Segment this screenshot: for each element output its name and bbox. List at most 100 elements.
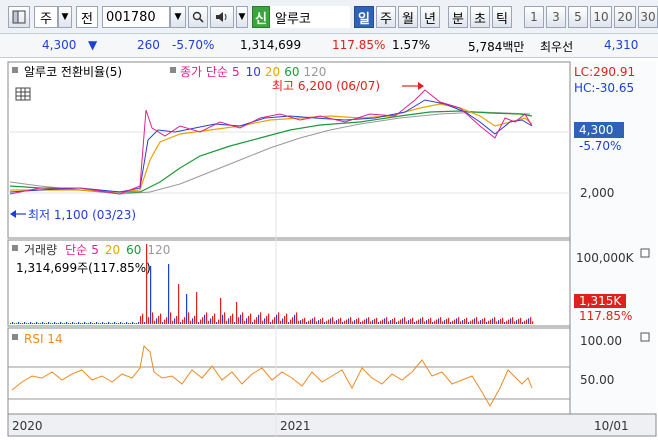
volume-bar (432, 322, 434, 324)
volume-bar (220, 298, 222, 324)
interval-label: 30 (640, 10, 656, 24)
price-axis-label: 2,000 (580, 186, 614, 200)
type-select[interactable]: 전 (76, 6, 98, 28)
price-panel-title: 알루코 전환비율(5) (24, 65, 122, 79)
volume-bar (444, 320, 446, 324)
volume-bar (466, 317, 468, 324)
period-tab-second[interactable]: 초 (470, 6, 490, 28)
volume-bar (152, 312, 154, 324)
volume-bar (526, 319, 528, 324)
interval-button-5[interactable]: 5 (568, 6, 588, 28)
period-tab-label: 월 (402, 11, 414, 27)
volume-bar (226, 320, 228, 324)
volume-bar (62, 323, 64, 324)
volume-panel-title: 거래량 (24, 243, 57, 257)
volume-bar (158, 316, 160, 324)
volume-bar (120, 322, 122, 324)
window-layout-icon[interactable] (8, 6, 30, 28)
volume-bar (176, 316, 178, 324)
volume-bar (258, 314, 260, 324)
current-volume-pct: 117.85% (579, 309, 632, 323)
volume-bar (142, 313, 144, 324)
volume-bar (356, 319, 358, 324)
period-tab-minute[interactable]: 분 (448, 6, 468, 28)
volume-bar (198, 322, 200, 324)
interval-button-10[interactable]: 10 (590, 6, 612, 28)
stock-code-input[interactable]: 001780 (102, 6, 170, 28)
period-tab-month[interactable]: 월 (398, 6, 418, 28)
volume-bar (108, 322, 110, 324)
interval-button-20[interactable]: 20 (614, 6, 636, 28)
volume-bar (128, 323, 130, 324)
market-select-value: 주 (40, 11, 52, 27)
volume-bar (438, 318, 440, 324)
volume-bar (342, 322, 344, 324)
date-axis-area (7, 413, 657, 437)
panel-close-icon[interactable] (640, 332, 650, 342)
period-tab-day[interactable]: 일 (354, 6, 374, 28)
volume-bar (312, 318, 314, 324)
volume-bar (376, 317, 378, 324)
volume-bar (298, 320, 300, 324)
chart-area[interactable]: 알루코 전환비율(5) 종가 단순 5 10 20 60 120 최고 6,200 (06… (0, 58, 658, 438)
volume-bar (238, 317, 240, 324)
rsi-axis-label: 50.00 (580, 373, 614, 387)
down-arrow-icon: ▼ (88, 38, 98, 52)
pref-price-value: 4,310 (604, 38, 639, 52)
volume-bar (208, 320, 210, 324)
period-tab-week[interactable]: 주 (376, 6, 396, 28)
period-tab-year[interactable]: 년 (420, 6, 440, 28)
volume-bar (372, 320, 374, 324)
volume-bar (98, 323, 100, 324)
volume-bar (334, 321, 336, 324)
volume-bar (502, 317, 504, 324)
interval-button-30[interactable]: 30 (638, 6, 658, 28)
volume-bar (290, 319, 292, 324)
volume-bar (140, 316, 142, 324)
volume-bar (524, 320, 526, 324)
search-icon[interactable] (188, 6, 208, 28)
market-select[interactable]: 주 (34, 6, 58, 28)
volume-bar (250, 313, 252, 324)
volume-bar (480, 320, 482, 324)
volume-bar (328, 319, 330, 324)
volume-bar (222, 314, 224, 324)
interval-label: 5 (574, 10, 582, 24)
ma-period-120: 120 (303, 65, 326, 79)
volume-bar (232, 313, 234, 324)
volume-bar (228, 318, 230, 324)
grid-table-icon[interactable] (15, 87, 31, 101)
volume-bar (406, 321, 408, 324)
volume-bar (48, 322, 50, 324)
panel-close-icon[interactable] (640, 248, 650, 258)
stock-name-value: 알루코 (275, 11, 311, 27)
volume-bar (388, 321, 390, 324)
interval-button-1[interactable]: 1 (524, 6, 544, 28)
volume-bar (104, 323, 106, 324)
volume-bar (12, 322, 14, 324)
volume-bar (154, 320, 156, 324)
volume-bar (504, 322, 506, 324)
sound-dropdown-icon[interactable]: ▼ (236, 6, 248, 28)
code-dropdown-icon[interactable]: ▼ (170, 6, 186, 28)
volume-bar (68, 323, 70, 324)
volume-bar (170, 312, 172, 324)
stock-chart[interactable]: 알루코 전환비율(5) 종가 단순 5 10 20 60 120 최고 6,200 (06… (0, 58, 658, 438)
volume-bar (348, 318, 350, 324)
volume-bar (84, 322, 86, 324)
volume-bar (46, 323, 48, 324)
volume-bar (352, 321, 354, 324)
price-change-pct: -5.70% (172, 38, 215, 52)
volume-bar (452, 320, 454, 324)
speaker-icon[interactable] (210, 6, 234, 28)
current-volume-tag-text: 1,315K (579, 294, 622, 308)
volume-bar (426, 320, 428, 324)
volume-bar (262, 320, 264, 324)
interval-button-3[interactable]: 3 (546, 6, 566, 28)
period-tab-tick[interactable]: 틱 (492, 6, 512, 28)
volume-bar (436, 319, 438, 324)
volume-bar (514, 321, 516, 324)
volume-bar (492, 318, 494, 324)
market-dropdown-icon[interactable]: ▼ (58, 6, 72, 28)
volume-bar (124, 323, 126, 324)
